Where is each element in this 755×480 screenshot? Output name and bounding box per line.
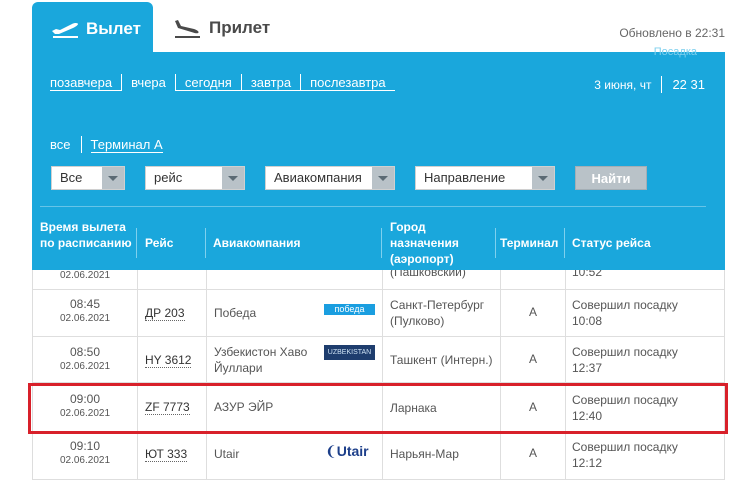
row-airline: Узбекистон Хаво xyxy=(214,345,308,359)
current-time: 22 31 xyxy=(672,77,705,92)
chevron-down-icon xyxy=(102,167,124,189)
departure-plane-icon xyxy=(52,23,78,38)
flight-link[interactable]: ЮТ 333 xyxy=(145,447,188,462)
flight-link[interactable]: ZF 7773 xyxy=(145,400,190,415)
day-today[interactable]: сегодня xyxy=(175,75,241,91)
row-destination: Нарьян-Мар xyxy=(390,447,459,461)
pobeda-logo: победа xyxy=(324,304,375,315)
row-status: Совершил посадку xyxy=(572,345,678,359)
row-destination: Санкт-Петербург xyxy=(390,298,485,312)
row-airline: АЗУР ЭЙР xyxy=(214,400,274,414)
direction-select[interactable]: Направление xyxy=(415,166,555,190)
updated-time: Обновлено в 22:31 xyxy=(619,26,725,40)
row-time: 08:45 xyxy=(69,297,101,311)
utair-logo-mark: ❨ xyxy=(325,443,337,459)
row-status: Совершил посадку xyxy=(572,298,678,312)
chevron-down-icon xyxy=(372,167,394,189)
day-selector: позавчера вчера сегодня завтра послезавт… xyxy=(50,74,395,91)
flight-link[interactable]: ДР 203 xyxy=(145,306,185,321)
ghost-text: Посадка xyxy=(653,46,697,58)
flight-select[interactable]: рейс xyxy=(145,166,245,190)
row-airline: Utair xyxy=(214,447,240,461)
terminal-selector: все Терминал А xyxy=(50,136,163,153)
row-status: Совершил посадку xyxy=(572,440,678,454)
row-destination: (Пашковский) xyxy=(390,270,466,279)
day-after-tomorrow[interactable]: послезавтра xyxy=(301,75,395,91)
utair-logo: ❨Utair xyxy=(325,443,369,460)
flight-link[interactable]: HY 3612 xyxy=(145,353,192,368)
row-destination-airport: (Пулково) xyxy=(390,314,445,328)
row-status: Совершил посадку xyxy=(572,393,678,407)
search-button[interactable]: Найти xyxy=(575,166,647,190)
day-yesterday[interactable]: вчера xyxy=(122,75,175,90)
utair-logo-text: Utair xyxy=(336,443,369,459)
row-time: 09:00 xyxy=(69,392,101,406)
row-date: 02.06.2021 xyxy=(59,270,111,281)
table-row[interactable]: 02.06.2021 (Пашковский) 10:52 xyxy=(33,270,724,290)
tab-departure-label: Вылет xyxy=(86,19,141,38)
row-status-time: 12:37 xyxy=(572,361,603,375)
day-tomorrow[interactable]: завтра xyxy=(241,75,301,91)
row-airline: Победа xyxy=(214,306,257,320)
row-time: 08:50 xyxy=(69,345,101,359)
current-date: 3 июня, чт 22 31 xyxy=(594,76,705,93)
row-airline-line2: Йуллари xyxy=(214,361,263,375)
column-header-status: Статус рейса xyxy=(572,236,651,250)
direction-select-value: Направление xyxy=(424,170,506,185)
row-status-time: 10:08 xyxy=(572,314,603,328)
row-status: 10:52 xyxy=(572,270,603,279)
terminal-a[interactable]: Терминал А xyxy=(90,137,163,153)
tab-arrival-label: Прилет xyxy=(209,18,271,37)
filter-row: Все рейс Авиакомпания Направление Найти xyxy=(32,166,725,190)
terminal-all[interactable]: все xyxy=(50,137,71,152)
table-row[interactable]: 09:00 02.06.2021 ZF 7773 АЗУР ЭЙР Ларнак… xyxy=(33,383,724,433)
arrival-plane-icon xyxy=(175,20,200,38)
airline-select[interactable]: Авиакомпания xyxy=(265,166,395,190)
row-destination: Ларнака xyxy=(390,401,437,415)
tab-departure[interactable]: Вылет xyxy=(32,2,153,54)
column-header-time: Время вылета по расписанию xyxy=(40,220,132,250)
row-date: 02.06.2021 xyxy=(59,455,111,466)
row-time: 09:10 xyxy=(69,439,101,453)
table-row[interactable]: 08:50 02.06.2021 HY 3612 Узбекистон Хаво… xyxy=(33,337,724,383)
row-status-time: 12:40 xyxy=(572,409,603,423)
column-header-flight: Рейс xyxy=(145,236,174,250)
row-destination: Ташкент (Интерн.) xyxy=(390,353,493,367)
chevron-down-icon xyxy=(532,167,554,189)
terminal-select[interactable]: Все xyxy=(51,166,125,190)
current-date-text: 3 июня, чт xyxy=(594,77,652,92)
row-terminal: A xyxy=(528,446,537,460)
row-status-time: 12:12 xyxy=(572,456,603,470)
table-row[interactable]: 08:45 02.06.2021 ДР 203 Победа победа Са… xyxy=(33,290,724,337)
day-before-yesterday[interactable]: позавчера xyxy=(50,75,122,91)
flights-table: 02.06.2021 (Пашковский) 10:52 08:45 02.0… xyxy=(32,270,725,480)
uzbekistan-logo: UZBEKISTAN xyxy=(324,345,375,360)
column-header-terminal: Терминал xyxy=(500,236,559,250)
row-date: 02.06.2021 xyxy=(59,408,111,419)
airline-select-value: Авиакомпания xyxy=(274,170,362,185)
chevron-down-icon xyxy=(222,167,244,189)
column-header-airline: Авиакомпания xyxy=(213,236,301,250)
flight-select-value: рейс xyxy=(154,170,183,185)
row-date: 02.06.2021 xyxy=(59,313,111,324)
row-date: 02.06.2021 xyxy=(59,361,111,372)
column-header-destination: Город назначения (аэропорт) xyxy=(390,220,459,266)
row-terminal: A xyxy=(528,352,537,366)
terminal-select-value: Все xyxy=(60,170,83,185)
row-terminal: A xyxy=(528,400,537,414)
table-row[interactable]: 09:10 02.06.2021 ЮТ 333 Utair ❨Utair Нар… xyxy=(33,433,724,480)
row-terminal: A xyxy=(528,305,537,319)
